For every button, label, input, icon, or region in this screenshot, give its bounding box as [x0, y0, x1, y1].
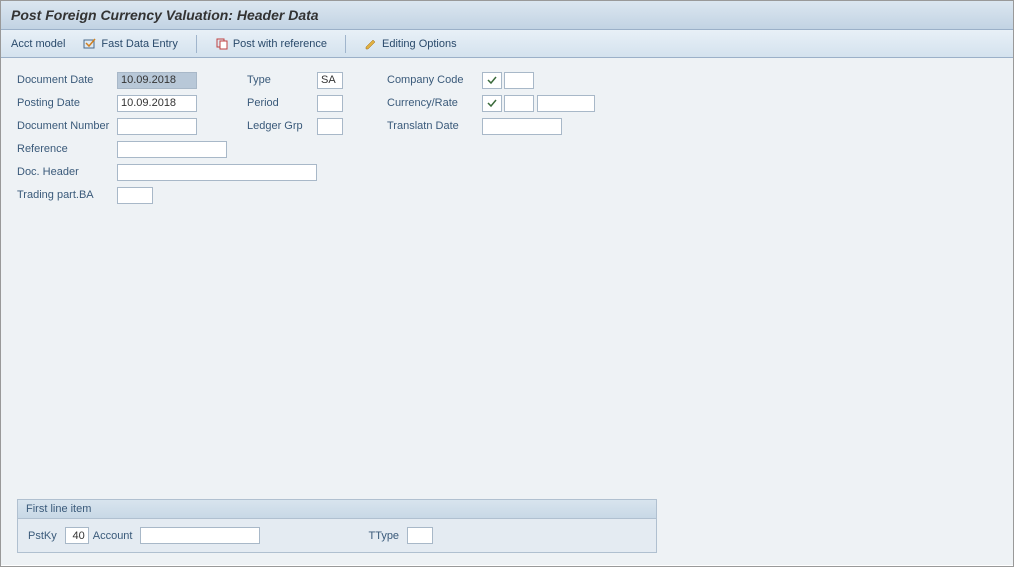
period-label: Period: [247, 97, 317, 109]
currency-rate-required-icon: [482, 95, 502, 112]
pencil-icon: [364, 37, 378, 51]
posting-date-label: Posting Date: [17, 97, 117, 109]
trading-part-ba-input[interactable]: [117, 187, 153, 204]
acct-model-button[interactable]: Acct model: [11, 38, 65, 50]
currency-rate-label: Currency/Rate: [387, 97, 482, 109]
reference-label: Reference: [17, 143, 117, 155]
translatn-date-label: Translatn Date: [387, 120, 482, 132]
post-with-reference-button[interactable]: Post with reference: [215, 37, 327, 51]
account-input[interactable]: [140, 527, 260, 544]
toolbar-separator: [345, 35, 346, 53]
doc-header-input[interactable]: [117, 164, 317, 181]
copy-icon: [215, 37, 229, 51]
document-number-input[interactable]: [117, 118, 197, 135]
reference-input[interactable]: [117, 141, 227, 158]
type-label: Type: [247, 74, 317, 86]
translatn-date-input[interactable]: [482, 118, 562, 135]
posting-date-input[interactable]: [117, 95, 197, 112]
company-code-label: Company Code: [387, 74, 482, 86]
document-number-label: Document Number: [17, 120, 117, 132]
company-code-required-icon: [482, 72, 502, 89]
account-label: Account: [93, 530, 133, 542]
document-date-label: Document Date: [17, 74, 117, 86]
pstky-label: PstKy: [28, 530, 57, 542]
panel-title: First line item: [18, 500, 656, 519]
ttype-label: TType: [368, 530, 399, 542]
company-code-input[interactable]: [504, 72, 534, 89]
first-line-item-panel: First line item PstKy Account TType: [17, 499, 657, 553]
document-date-input[interactable]: [117, 72, 197, 89]
toolbar: Acct model Fast Data Entry Post with ref…: [1, 30, 1013, 58]
fast-entry-icon: [83, 37, 97, 51]
ledger-grp-label: Ledger Grp: [247, 120, 317, 132]
page-title: Post Foreign Currency Valuation: Header …: [1, 1, 1013, 30]
fast-data-entry-button[interactable]: Fast Data Entry: [83, 37, 177, 51]
pstky-input[interactable]: [65, 527, 89, 544]
ttype-input[interactable]: [407, 527, 433, 544]
currency-rate-input-1[interactable]: [504, 95, 534, 112]
editing-options-button[interactable]: Editing Options: [364, 37, 457, 51]
ledger-grp-input[interactable]: [317, 118, 343, 135]
type-input[interactable]: [317, 72, 343, 89]
trading-part-ba-label: Trading part.BA: [17, 189, 117, 201]
form-area: Document Date Type Company Code Posting …: [1, 58, 1013, 565]
period-input[interactable]: [317, 95, 343, 112]
doc-header-label: Doc. Header: [17, 166, 117, 178]
toolbar-separator: [196, 35, 197, 53]
currency-rate-input-2[interactable]: [537, 95, 595, 112]
